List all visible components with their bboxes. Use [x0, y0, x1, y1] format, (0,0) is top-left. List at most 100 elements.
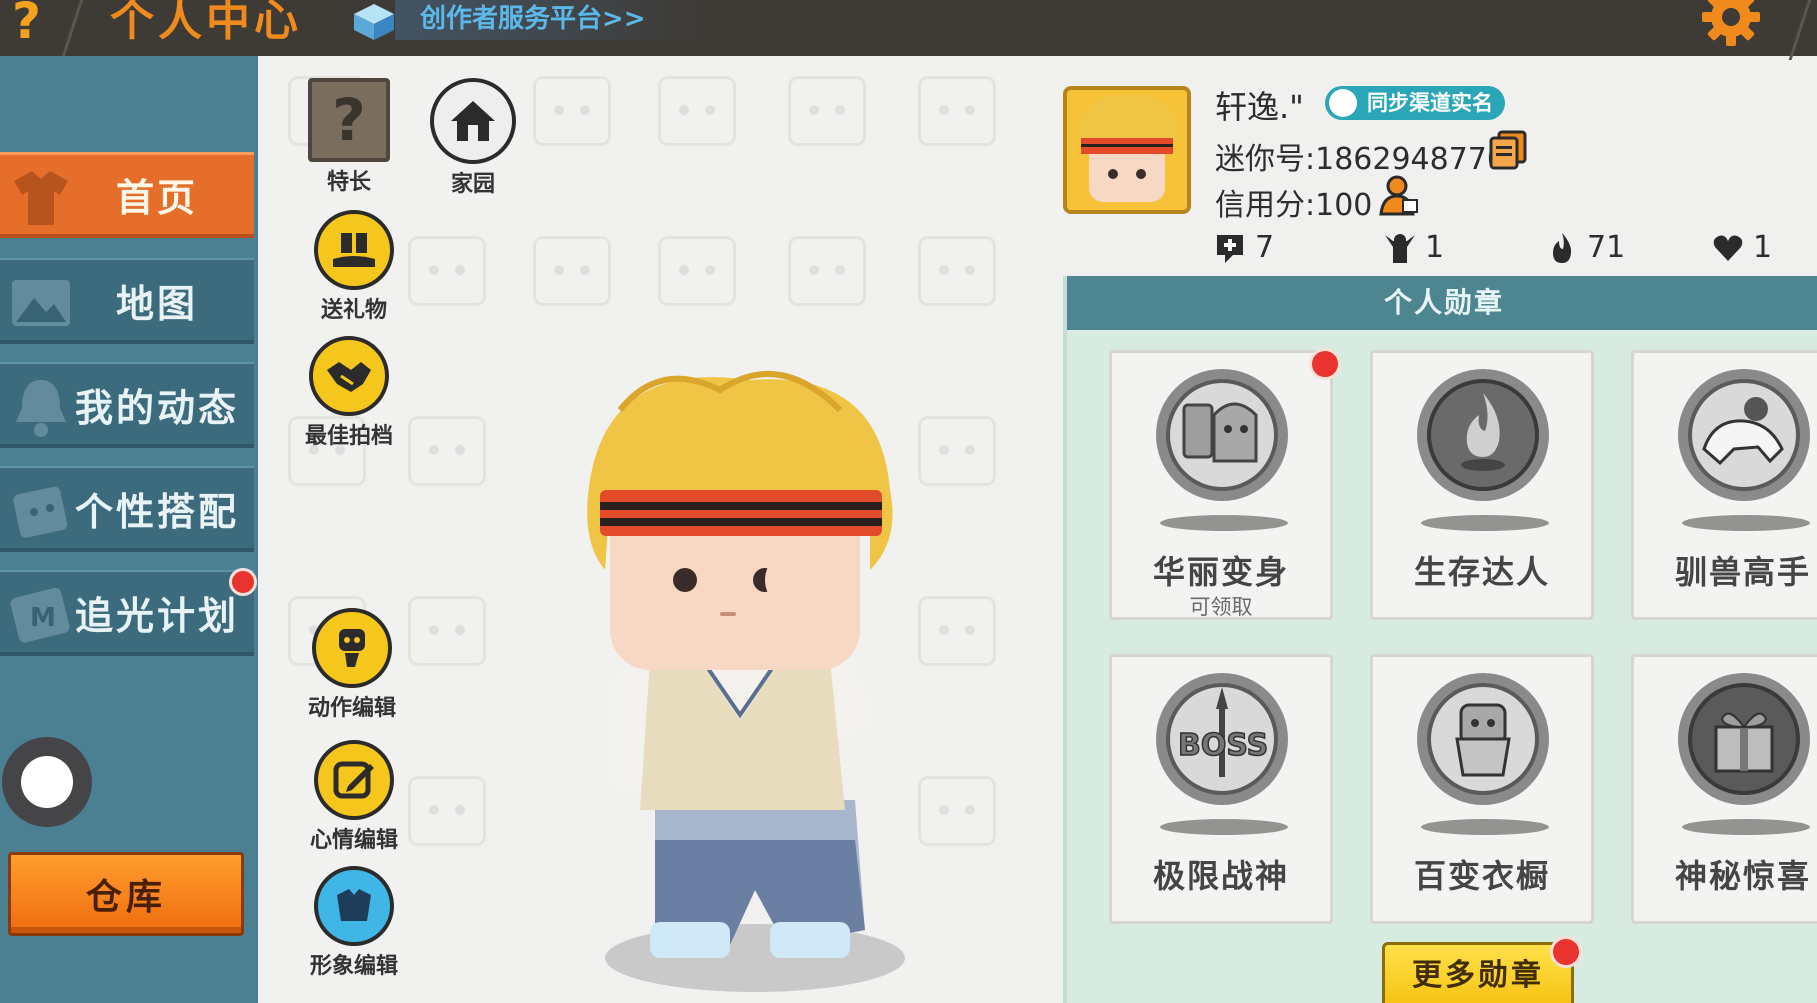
medal-shadow — [1160, 515, 1288, 531]
copy-icon[interactable] — [1489, 130, 1527, 170]
stat-friends[interactable]: 7 — [1213, 230, 1274, 265]
background-tile — [788, 76, 866, 146]
medal-name: 神秘惊喜 — [1674, 857, 1811, 895]
dancer-icon — [312, 608, 392, 688]
image-edit-button[interactable]: 形象编辑 — [310, 866, 398, 980]
medal-shadow — [1682, 515, 1810, 531]
medal-shadow — [1160, 819, 1288, 835]
home-button[interactable]: 家园 — [430, 78, 516, 198]
background-tile — [533, 76, 611, 146]
sidebar-item-outfit[interactable]: 个性搭配 — [0, 466, 254, 552]
medal-card[interactable]: BOSS 极限战神 — [1109, 654, 1333, 924]
background-tile — [408, 236, 486, 306]
cube-icon — [354, 4, 394, 40]
sidebar-item-label: 我的动态 — [74, 385, 239, 430]
sync-realname-badge[interactable]: 同步渠道实名 — [1325, 86, 1505, 120]
notification-dot — [1550, 936, 1582, 968]
wardrobe-medal-icon — [1417, 673, 1549, 805]
warehouse-label: 仓库 — [85, 877, 166, 918]
beast-tamer-medal-icon — [1678, 369, 1810, 501]
handshake-icon — [309, 336, 389, 416]
notification-dot — [1309, 348, 1341, 380]
medal-name: 极限战神 — [1152, 857, 1289, 895]
medal-card[interactable]: 神秘惊喜 — [1631, 654, 1817, 924]
skill-button[interactable]: ? 特长 — [308, 78, 390, 196]
sidebar-item-label: 地图 — [115, 281, 198, 326]
heart-icon — [1713, 235, 1743, 261]
sidebar-item-chase-light[interactable]: M 追光计划 — [0, 570, 254, 656]
medal-panel: 个人勋章 华丽变身 可领取 生存达人 驯兽高手 BOSS 极限战神 百变衣橱 神… — [1063, 276, 1817, 1003]
mood-edit-button[interactable]: 心情编辑 — [310, 740, 398, 854]
medal-shadow — [1682, 819, 1810, 835]
add-friend-icon — [1217, 234, 1243, 263]
medal-card[interactable]: 生存达人 — [1370, 350, 1594, 620]
background-tile — [658, 76, 736, 146]
medal-card[interactable]: 华丽变身 可领取 — [1109, 350, 1333, 620]
page-title: 个人中心 — [110, 0, 302, 46]
medal-card[interactable]: 驯兽高手 — [1631, 350, 1817, 620]
medal-name: 驯兽高手 — [1674, 553, 1811, 591]
action-edit-label: 动作编辑 — [308, 696, 397, 721]
background-tile — [408, 596, 486, 666]
medal-panel-title: 个人勋章 — [1067, 276, 1817, 330]
mystery-gift-medal-icon — [1678, 673, 1810, 805]
send-gift-label: 送礼物 — [320, 298, 387, 323]
gear-icon[interactable] — [1700, 0, 1762, 48]
avatar[interactable] — [1063, 86, 1191, 214]
nickname: 轩逸." — [1215, 88, 1304, 126]
transform-medal-icon — [1156, 369, 1288, 501]
medal-shadow — [1421, 819, 1549, 835]
background-tile — [408, 416, 486, 486]
best-partner-button[interactable]: 最佳拍档 — [305, 336, 393, 450]
stat-fans[interactable]: 1 — [1383, 230, 1444, 265]
divider — [60, 0, 87, 60]
sidebar-item-label: 追光计划 — [74, 593, 239, 638]
joystick-knob[interactable] — [21, 756, 73, 808]
medal-name: 生存达人 — [1413, 553, 1550, 591]
house-icon — [430, 78, 516, 164]
stat-popularity[interactable]: 71 — [1545, 230, 1625, 265]
send-gift-button[interactable]: 送礼物 — [314, 210, 394, 324]
medal-name: 华丽变身 — [1152, 553, 1289, 591]
credit-person-icon[interactable] — [1379, 174, 1419, 216]
action-edit-button[interactable]: 动作编辑 — [308, 608, 396, 722]
background-tile — [918, 236, 996, 306]
help-icon[interactable]: ? — [12, 0, 41, 46]
person-check-icon — [1329, 89, 1357, 117]
edit-pencil-icon — [314, 740, 394, 820]
player-avatar[interactable] — [580, 370, 940, 1000]
background-tile — [533, 236, 611, 306]
medal-name: 百变衣橱 — [1413, 857, 1550, 895]
top-bar: ? 个人中心 创作者服务平台>> — [0, 0, 1817, 60]
profile-card: 轩逸." 同步渠道实名 迷你号:1862948770 信用分:100 7 1 7… — [1063, 56, 1817, 276]
medal-status: 可领取 — [1189, 595, 1253, 619]
medal-shadow — [1421, 515, 1549, 531]
credit-score: 信用分:100 — [1215, 188, 1373, 223]
background-tile — [408, 776, 486, 846]
outfit-icon — [314, 866, 394, 946]
background-tile — [788, 236, 866, 306]
divider — [1788, 0, 1815, 60]
medal-card[interactable]: 百变衣橱 — [1370, 654, 1594, 924]
warehouse-button[interactable]: 仓库 — [8, 852, 244, 936]
background-tile — [658, 236, 736, 306]
sync-realname-label: 同步渠道实名 — [1367, 91, 1493, 115]
sidebar-item-label: 首页 — [115, 176, 198, 220]
home-label: 家园 — [450, 172, 495, 197]
stat-likes[interactable]: 1 — [1711, 230, 1772, 265]
sidebar-item-my-feed[interactable]: 我的动态 — [0, 362, 254, 448]
background-tile — [918, 76, 996, 146]
image-edit-label: 形象编辑 — [310, 954, 399, 979]
player-id: 迷你号:1862948770 — [1215, 142, 1506, 177]
svg-text:BOSS: BOSS — [1178, 728, 1268, 763]
boss-medal-icon: BOSS — [1156, 673, 1288, 805]
joystick[interactable] — [2, 737, 92, 827]
mood-edit-label: 心情编辑 — [310, 828, 399, 853]
sidebar-item-home[interactable]: 首页 — [0, 152, 254, 238]
more-medals-button[interactable]: 更多勋章 — [1382, 942, 1574, 1003]
sidebar-item-label: 个性搭配 — [74, 489, 239, 534]
gift-hand-icon — [314, 210, 394, 290]
creator-platform-link[interactable]: 创作者服务平台>> — [420, 0, 646, 35]
stat-value: 7 — [1255, 230, 1275, 265]
sidebar-item-map[interactable]: 地图 — [0, 258, 254, 344]
